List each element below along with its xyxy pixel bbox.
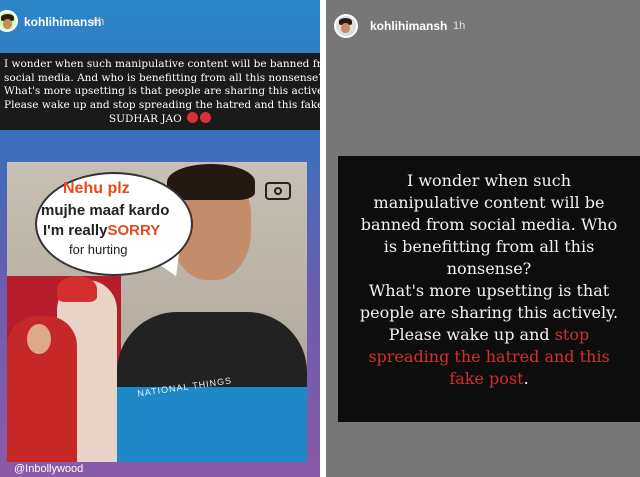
caption-line: social media. And who is benefitting fro… xyxy=(4,71,320,84)
bubble-line-3: I'm reallySORRY xyxy=(43,222,160,239)
camera-icon xyxy=(265,182,291,200)
right-story-panel: kohlihimansh 1h I wonder when such manip… xyxy=(326,0,640,477)
angry-face-icon xyxy=(200,112,212,123)
timestamp: 1h xyxy=(453,20,466,32)
statement-line: Please wake up and stop xyxy=(338,324,640,346)
meme-image: NATIONAL THINGS Nehu plz mujhe maaf kard… xyxy=(7,162,307,462)
caption-line: I wonder when such manipulative content … xyxy=(4,58,320,70)
story-header: kohlihimansh 4h xyxy=(0,8,320,36)
statement-line-red: spreading the hatred and this xyxy=(368,347,610,366)
man-hair xyxy=(167,164,255,200)
statement-line: manipulative content will be xyxy=(373,193,605,212)
angry-face-icon xyxy=(187,112,199,123)
statement-line: What's more upsetting is that xyxy=(368,281,610,300)
avatar-face xyxy=(341,23,350,33)
caption-line-last: SUDHAR JAO xyxy=(4,112,316,127)
couple-photo xyxy=(7,276,121,462)
avatar-face xyxy=(3,19,12,29)
caption-line: What's more upsetting is that people are… xyxy=(4,85,320,97)
statement-plain: Please wake up and xyxy=(388,325,555,344)
credit-handle[interactable]: @Inbollywood xyxy=(14,463,83,475)
bubble-sorry-text: SORRY xyxy=(107,222,161,239)
statement-line: banned from social media. Who xyxy=(360,215,618,234)
statement-text-box: I wonder when such manipulative content … xyxy=(338,156,640,422)
caption-text-box: I wonder when such manipulative content … xyxy=(0,53,320,130)
caption-line: Please wake up and stop spreading the ha… xyxy=(4,98,320,111)
statement-period: . xyxy=(523,369,529,388)
username[interactable]: kohlihimansh xyxy=(370,19,447,33)
bubble-line-2: mujhe maaf kardo xyxy=(41,202,170,219)
bride-face xyxy=(27,324,51,354)
bubble-line-3-prefix: I'm really xyxy=(43,222,108,239)
bubble-line-1: Nehu plz xyxy=(63,180,130,197)
turban-shape xyxy=(57,276,97,302)
statement-line: I wonder when such xyxy=(406,171,572,190)
statement-line: fake post. xyxy=(338,368,640,390)
statement-red: fake post xyxy=(449,369,524,388)
bubble-line-4: for hurting xyxy=(69,242,128,257)
username[interactable]: kohlihimansh xyxy=(24,15,101,29)
timestamp: 4h xyxy=(92,16,105,28)
caption-sudhar: SUDHAR JAO xyxy=(108,113,182,125)
left-story-panel: kohlihimansh 4h I wonder when such manip… xyxy=(0,0,320,477)
profile-avatar[interactable] xyxy=(0,10,18,32)
statement-line: nonsense? xyxy=(446,259,532,278)
statement-line: people are sharing this actively. xyxy=(359,303,619,322)
profile-avatar[interactable] xyxy=(334,14,358,38)
statement-red: stop xyxy=(554,325,590,344)
statement-line: is benefitting from all this xyxy=(383,237,595,256)
